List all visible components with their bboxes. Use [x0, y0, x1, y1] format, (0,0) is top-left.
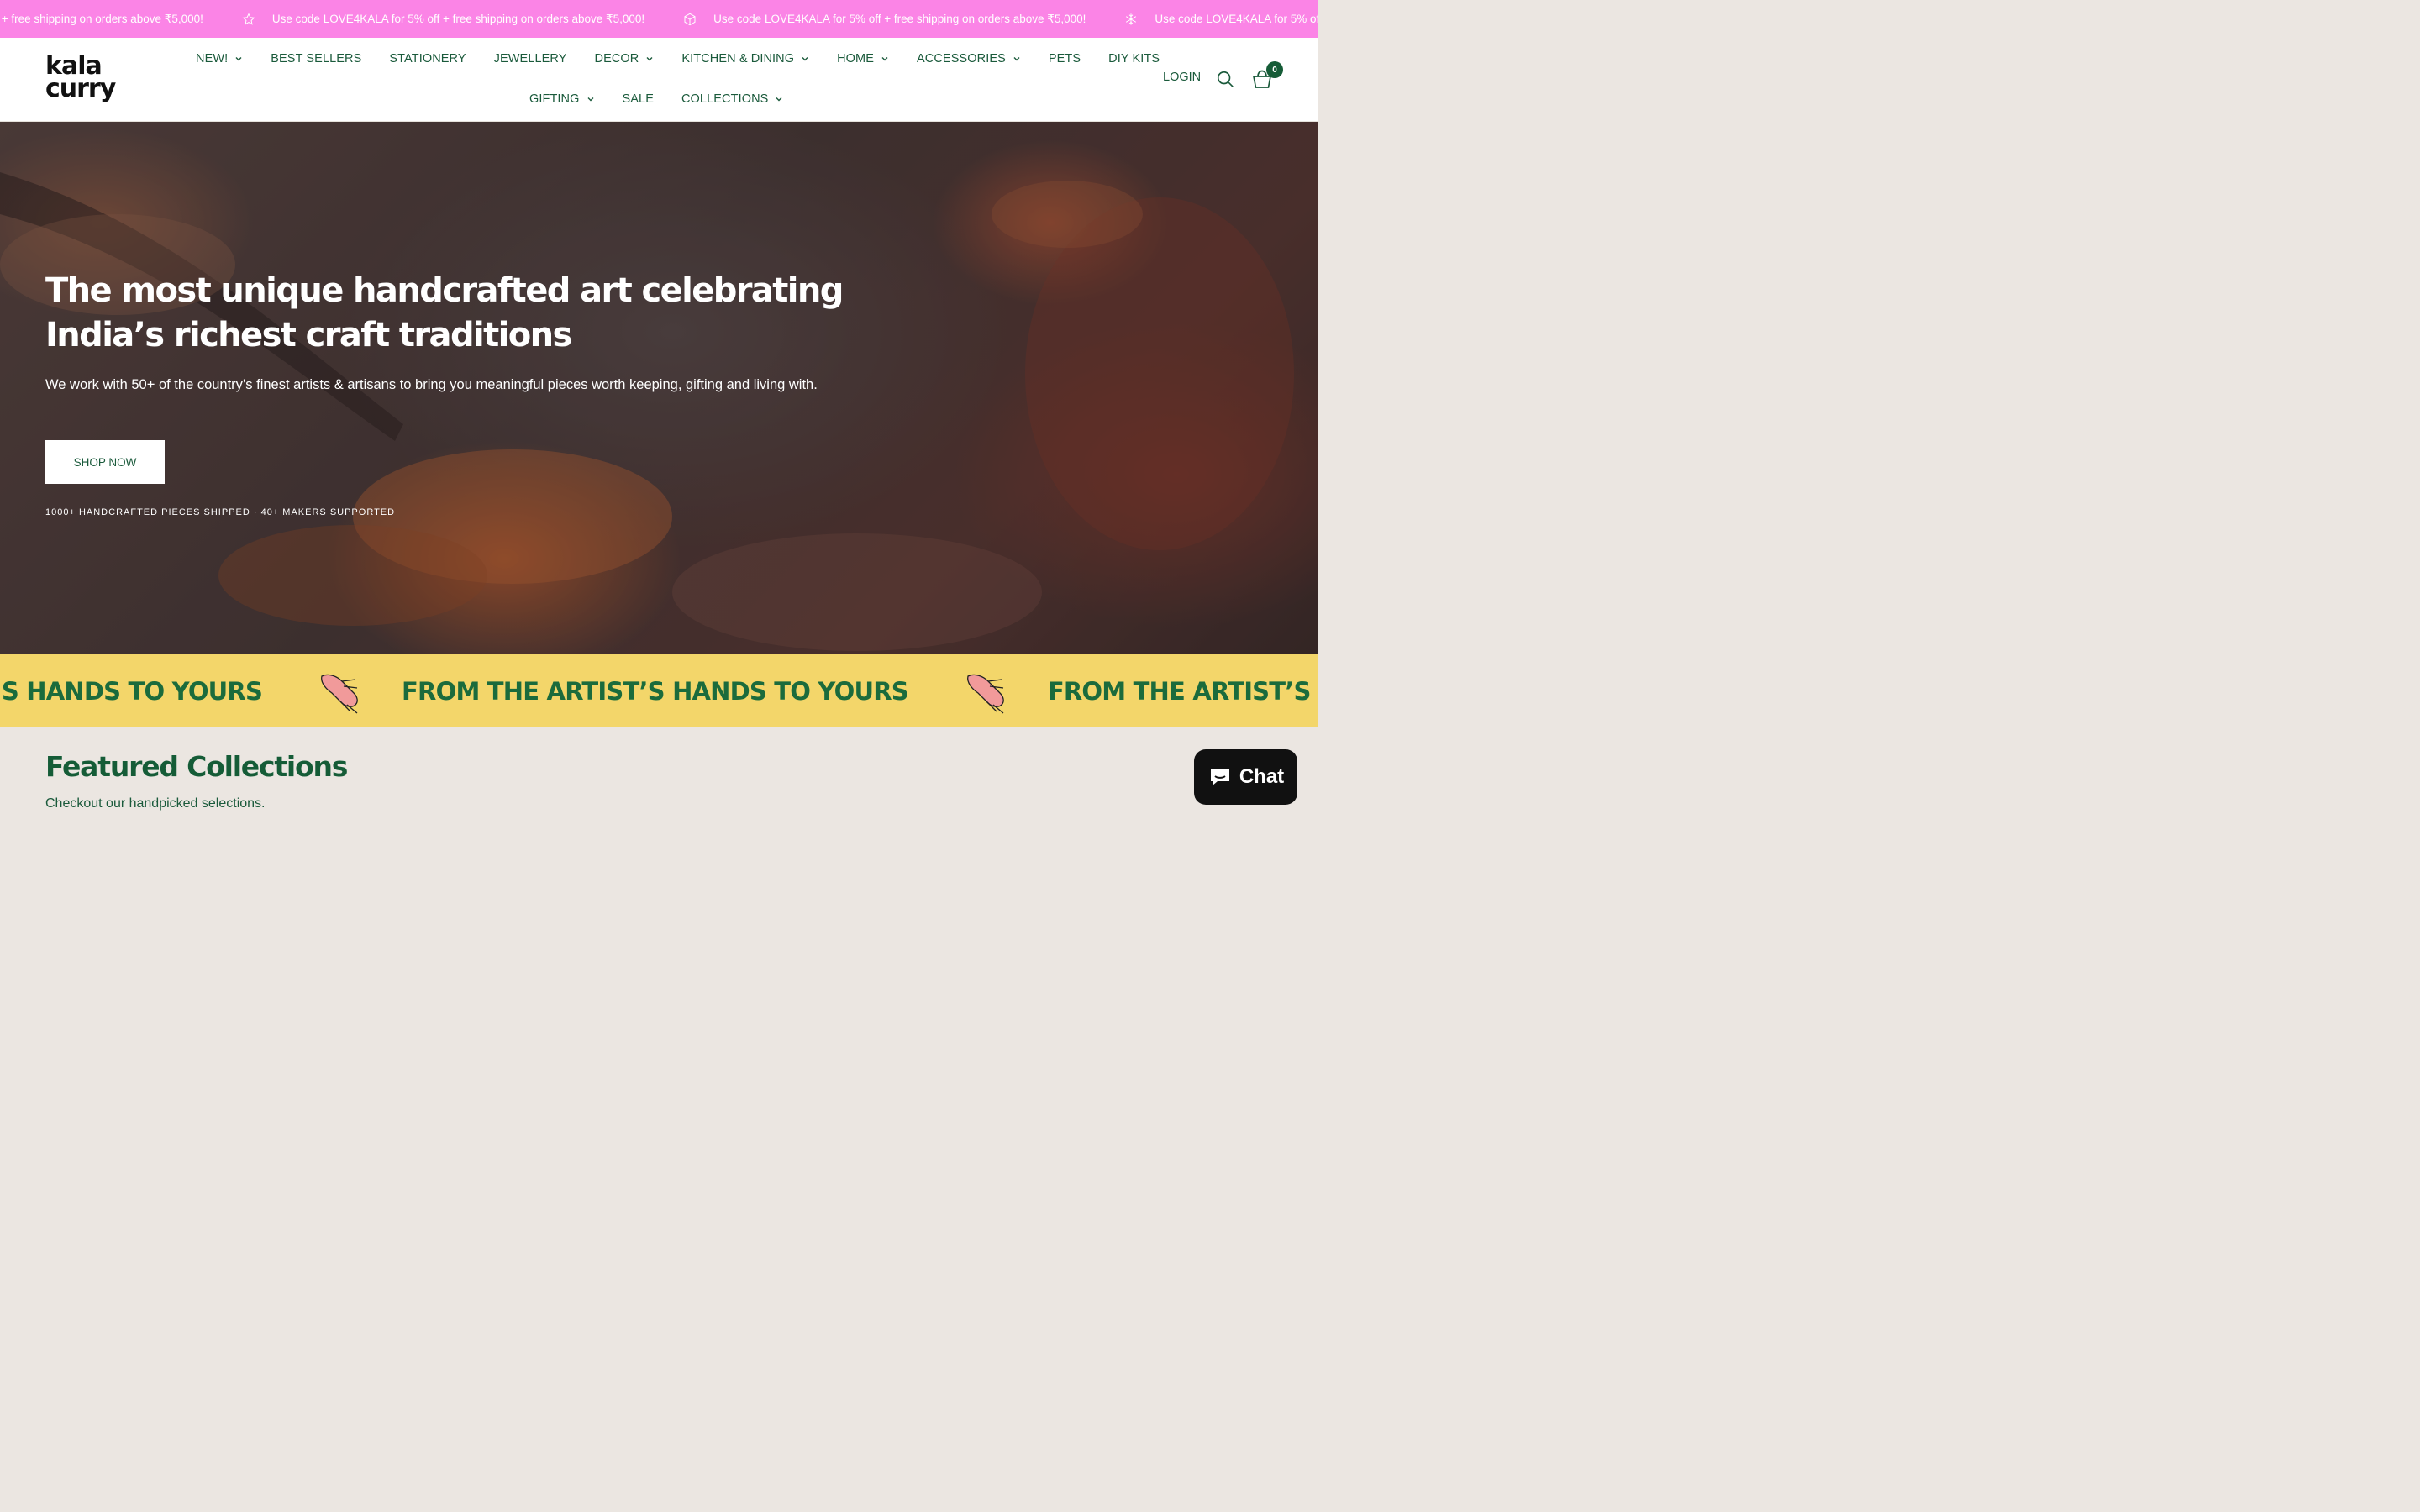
chevron-down-icon	[881, 57, 888, 61]
main-nav-row1: NEW! BEST SELLERS STATIONERY JEWELLERY D…	[196, 50, 1187, 67]
hand-icon	[321, 674, 358, 713]
hero-title-line2: India’s richest craft traditions	[45, 316, 572, 354]
chevron-down-icon	[776, 97, 782, 102]
announcement-message: 5% off + free shipping on orders above ₹…	[0, 12, 203, 25]
announcement-message: Use code LOVE4KALA for 5% off + free shi…	[271, 12, 645, 25]
nav-item-pets[interactable]: PETS	[1049, 52, 1081, 66]
nav-label: GIFTING	[529, 92, 580, 106]
nav-item-best-sellers[interactable]: BEST SELLERS	[271, 52, 361, 66]
marquee-track: HE ARTIST’S HANDS TO YOURS FROM THE ARTI…	[0, 654, 1318, 727]
shop-now-button[interactable]: SHOP NOW	[45, 440, 165, 484]
chat-bubble-icon	[1210, 769, 1229, 785]
snowflake-icon	[1124, 13, 1138, 26]
nav-item-jewellery[interactable]: JEWELLERY	[494, 52, 567, 66]
nav-label: STATIONERY	[389, 52, 466, 66]
nav-label: HOME	[837, 52, 875, 66]
login-link[interactable]: LOGIN	[1163, 71, 1201, 84]
marquee-text: HE ARTIST’S HANDS TO YOURS	[0, 676, 263, 706]
main-nav-row2: GIFTING SALE COLLECTIONS	[529, 91, 811, 108]
announcement-bar: 5% off + free shipping on orders above ₹…	[0, 0, 1318, 38]
box-icon	[683, 13, 697, 26]
nav-item-collections[interactable]: COLLECTIONS	[681, 92, 783, 106]
nav-label: BEST SELLERS	[271, 52, 362, 66]
nav-item-accessories[interactable]: ACCESSORIES	[917, 52, 1021, 66]
hero-stats: 1000+ HANDCRAFTED PIECES SHIPPED · 40+ M…	[45, 507, 396, 517]
logo-line2: curry	[45, 74, 116, 103]
chevron-down-icon	[1013, 57, 1020, 61]
nav-item-decor[interactable]: DECOR	[595, 52, 655, 66]
nav-item-gifting[interactable]: GIFTING	[529, 92, 595, 106]
hero-banner: The most unique handcrafted art celebrat…	[0, 122, 1318, 654]
hand-icon	[966, 674, 1004, 713]
chat-button[interactable]: Chat	[1194, 749, 1297, 805]
marquee-text: FROM THE ARTIST’S HANDS TO YOURS	[402, 676, 909, 706]
nav-label: JEWELLERY	[493, 52, 567, 66]
search-icon[interactable]	[1216, 70, 1234, 88]
logo[interactable]: kala curry	[45, 54, 129, 105]
hero-title: The most unique handcrafted art celebrat…	[45, 269, 886, 358]
site-header: kala curry NEW! BEST SELLERS STATIONERY …	[0, 38, 1318, 122]
nav-item-new[interactable]: NEW!	[196, 52, 243, 66]
marquee-text: FROM THE ARTIST’S HANDS TO YOURS	[1047, 676, 1318, 706]
nav-item-stationery[interactable]: STATIONERY	[389, 52, 466, 66]
nav-item-kitchen-dining[interactable]: KITCHEN & DINING	[681, 52, 809, 66]
announcement-message: Use code LOVE4KALA for 5% off + free shi…	[713, 12, 1086, 25]
cart-count-badge: 0	[1266, 61, 1283, 78]
tagline-marquee: HE ARTIST’S HANDS TO YOURS FROM THE ARTI…	[0, 654, 1318, 727]
chevron-down-icon	[802, 57, 808, 61]
nav-label: KITCHEN & DINING	[681, 52, 795, 66]
nav-label: ACCESSORIES	[917, 52, 1006, 66]
nav-label: DECOR	[594, 52, 639, 66]
nav-item-sale[interactable]: SALE	[623, 92, 654, 106]
star-icon	[242, 13, 255, 26]
featured-collections-subtitle: Checkout our handpicked selections.	[45, 796, 266, 811]
nav-label: SALE	[622, 92, 654, 106]
nav-item-diy-kits[interactable]: DIY KITS	[1108, 52, 1160, 66]
chevron-down-icon	[646, 57, 653, 61]
nav-label: NEW!	[196, 52, 229, 66]
nav-item-home[interactable]: HOME	[837, 52, 889, 66]
hero-subtitle: We work with 50+ of the country’s finest…	[45, 377, 818, 392]
nav-label: COLLECTIONS	[681, 92, 769, 106]
nav-label: DIY KITS	[1108, 52, 1160, 66]
chevron-down-icon	[587, 97, 593, 102]
chat-label: Chat	[1239, 765, 1285, 788]
announcement-message: Use code LOVE4KALA for 5% off + free shi…	[1155, 12, 1318, 25]
nav-label: PETS	[1048, 52, 1081, 66]
featured-collections-title: Featured Collections	[45, 750, 348, 783]
announcement-track: 5% off + free shipping on orders above ₹…	[0, 0, 1318, 38]
chevron-down-icon	[235, 57, 242, 61]
hero-title-line1: The most unique handcrafted art celebrat…	[45, 271, 844, 310]
